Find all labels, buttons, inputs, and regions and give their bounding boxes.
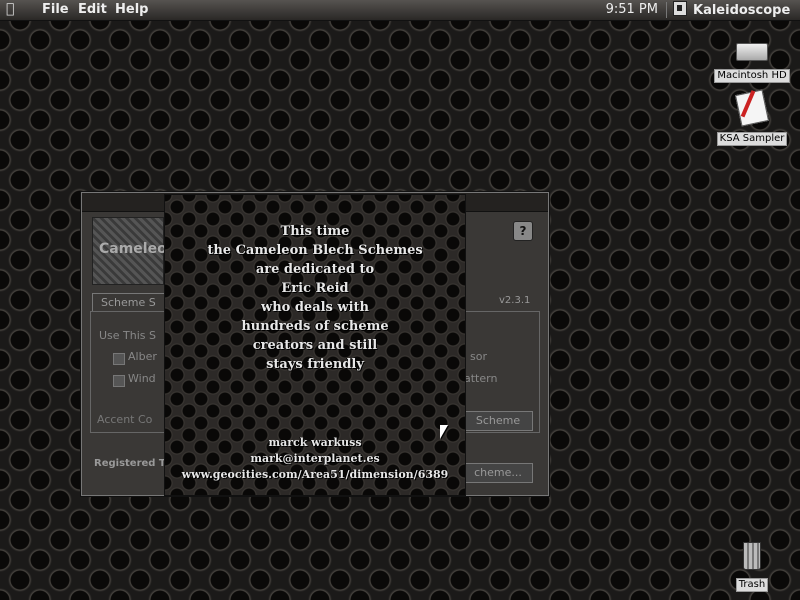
desktop-icon-macintosh-hd[interactable]: Macintosh HD (712, 43, 792, 83)
apple-menu-icon[interactable]:  (6, 1, 26, 19)
scheme-menu-button[interactable]: cheme... (463, 463, 533, 483)
menubar-divider (666, 2, 667, 18)
application-menu[interactable]: Kaleidoscope (673, 1, 790, 18)
author-email: mark@interplanet.es (250, 452, 380, 465)
mouse-cursor-icon (440, 425, 448, 439)
option-label-right-2: attern (464, 372, 498, 385)
checkbox-2[interactable] (113, 375, 125, 387)
menu-help[interactable]: Help (115, 2, 148, 17)
application-icon (673, 1, 687, 16)
registered-label: Registered To (94, 458, 172, 469)
use-label: Use This S (99, 329, 157, 342)
menu-edit[interactable]: Edit (78, 2, 107, 17)
menu-file[interactable]: File (42, 2, 69, 17)
desktop-icon-label: KSA Sampler (716, 132, 788, 146)
dedication-line: are dedicated to (255, 262, 375, 277)
document-icon (734, 89, 770, 127)
help-button[interactable]: ? (513, 221, 533, 241)
dedication-line: the Cameleon Blech Schemes (207, 243, 423, 258)
dedication-line: stays friendly (266, 357, 364, 372)
menu-bar:  File Edit Help 9:51 PM Kaleidoscope (0, 0, 800, 21)
trash-icon (743, 542, 761, 570)
dedication-line: who deals with (261, 300, 369, 315)
desktop-icon-label: Trash (735, 578, 769, 592)
checkbox-2-label: Wind (128, 372, 156, 385)
control-panel-title: Cameleo (99, 241, 167, 257)
hard-drive-icon (736, 43, 768, 61)
accent-color-label: Accent Co (97, 413, 153, 426)
credits: marck warkuss mark@interplanet.es www.ge… (165, 435, 465, 483)
author-url: www.geocities.com/Area51/dimension/6389 (181, 468, 449, 481)
version-label: v2.3.1 (499, 295, 531, 306)
checkbox-1-label: Alber (128, 350, 157, 363)
desktop-icon-label: Macintosh HD (714, 69, 790, 83)
author-name: marck warkuss (268, 436, 362, 449)
dedication-line: This time (280, 224, 350, 239)
desktop-icon-trash[interactable]: Trash (712, 542, 792, 592)
scheme-button[interactable]: Scheme (463, 411, 533, 431)
about-splash-panel[interactable]: This time the Cameleon Blech Schemes are… (164, 194, 466, 496)
dedication-line: Eric Reid (281, 281, 349, 296)
menubar-clock[interactable]: 9:51 PM (606, 2, 658, 17)
desktop-icon-ksa-sampler[interactable]: KSA Sampler (712, 89, 792, 146)
dedication-line: hundreds of scheme (241, 319, 389, 334)
checkbox-1[interactable] (113, 353, 125, 365)
dedication-line: creators and still (252, 338, 378, 353)
dedication-text: This time the Cameleon Blech Schemes are… (165, 222, 465, 374)
option-label-right-1: sor (470, 350, 487, 363)
application-name: Kaleidoscope (693, 3, 791, 18)
